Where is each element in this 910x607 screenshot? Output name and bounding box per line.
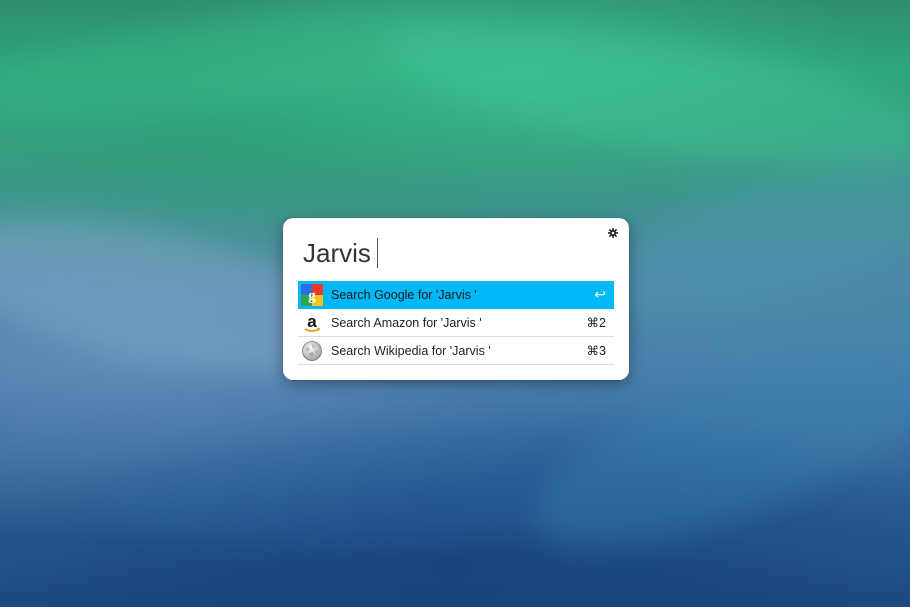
launcher-window: Jarvis g Search Google for 'Jarvis ' ↩ a… (283, 218, 629, 380)
result-label: Search Wikipedia for 'Jarvis ' (331, 343, 491, 358)
svg-text:a: a (307, 312, 317, 331)
search-query-text: Jarvis (303, 238, 371, 268)
gear-icon[interactable] (608, 228, 618, 238)
results-list: g Search Google for 'Jarvis ' ↩ a Search… (298, 281, 614, 365)
google-icon: g (301, 283, 323, 306)
text-caret (376, 238, 378, 268)
cmd-3-shortcut: ⌘3 (586, 344, 606, 358)
result-amazon[interactable]: a Search Amazon for 'Jarvis ' ⌘2 (298, 309, 614, 337)
desktop-wallpaper: Jarvis g Search Google for 'Jarvis ' ↩ a… (0, 0, 910, 607)
cmd-2-shortcut: ⌘2 (586, 316, 606, 330)
return-key-shortcut: ↩ (594, 286, 606, 302)
result-label: Search Google for 'Jarvis ' (331, 287, 477, 302)
search-input[interactable]: Jarvis (303, 236, 378, 270)
wikipedia-icon (301, 340, 323, 362)
amazon-icon: a (301, 312, 323, 334)
result-google[interactable]: g Search Google for 'Jarvis ' ↩ (298, 281, 614, 309)
result-wikipedia[interactable]: Search Wikipedia for 'Jarvis ' ⌘3 (298, 337, 614, 365)
svg-text:g: g (308, 288, 316, 304)
result-label: Search Amazon for 'Jarvis ' (331, 315, 482, 330)
